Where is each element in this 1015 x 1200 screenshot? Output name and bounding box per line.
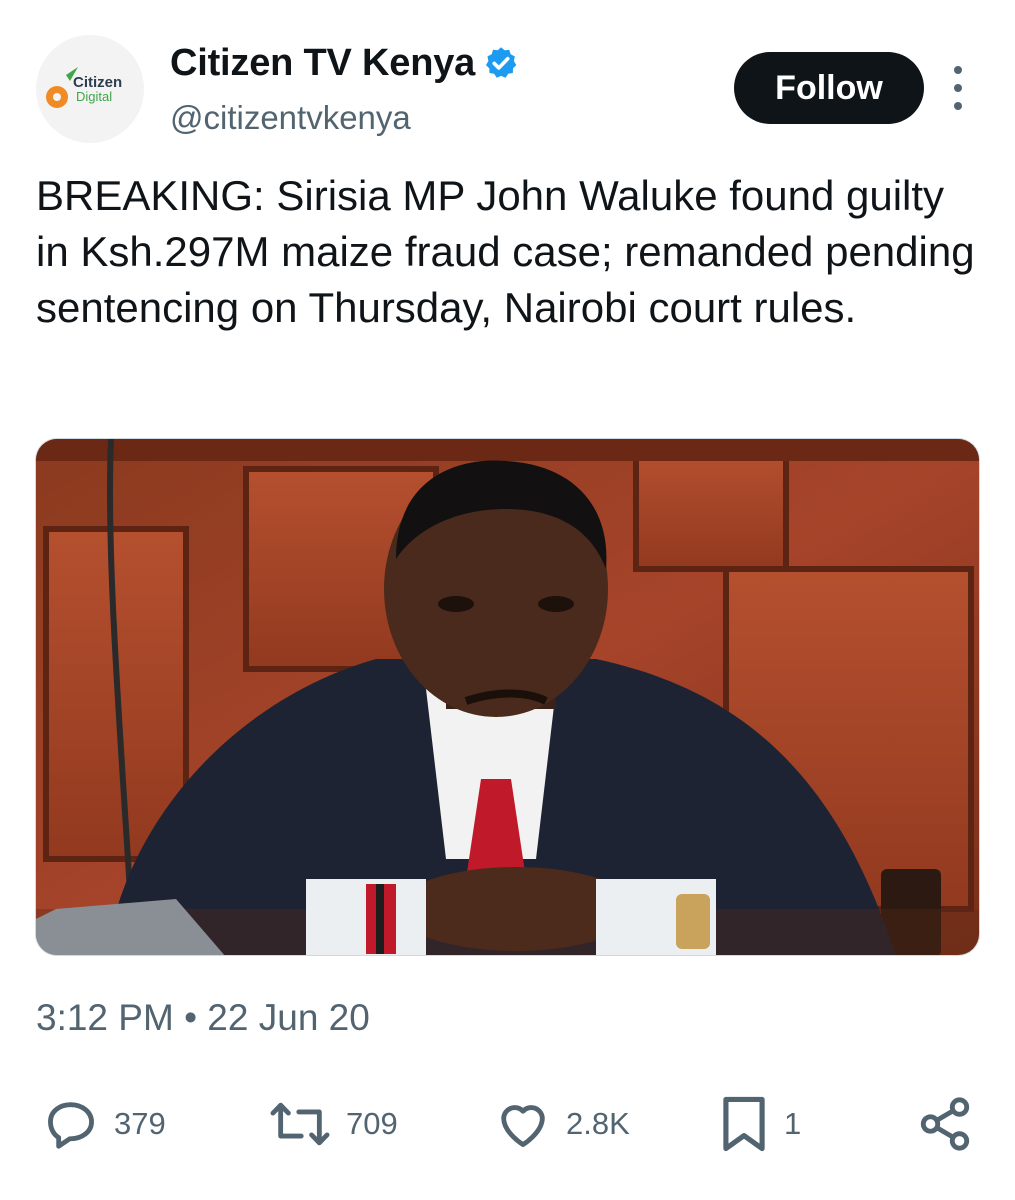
bookmark-count: 1 xyxy=(784,1106,802,1141)
tweet-action-bar: 379 709 2.8K 1 xyxy=(0,1092,1015,1156)
svg-text:Digital: Digital xyxy=(76,89,112,104)
retweet-button[interactable]: 709 xyxy=(268,1092,398,1156)
author-handle[interactable]: @citizentvkenya xyxy=(170,98,411,138)
author-name-row: Citizen TV Kenya xyxy=(170,40,519,86)
author-avatar[interactable]: Citizen Digital xyxy=(36,35,144,143)
reply-icon xyxy=(48,1102,94,1149)
reply-button[interactable]: 379 xyxy=(42,1092,166,1156)
bookmark-icon xyxy=(723,1096,765,1152)
retweet-count: 709 xyxy=(346,1106,398,1141)
bookmark-button[interactable]: 1 xyxy=(718,1092,801,1156)
share-icon xyxy=(920,1097,970,1151)
share-button[interactable] xyxy=(916,1092,974,1156)
more-options-icon[interactable] xyxy=(944,66,972,110)
author-display-name[interactable]: Citizen TV Kenya xyxy=(170,40,475,86)
tweet-text: BREAKING: Sirisia MP John Waluke found g… xyxy=(36,172,975,331)
reply-count: 379 xyxy=(114,1106,166,1141)
verified-badge-icon xyxy=(486,47,517,78)
heart-icon xyxy=(501,1105,545,1147)
citizen-digital-logo: Citizen Digital xyxy=(36,35,144,143)
tweet-timestamp[interactable]: 3:12 PM • 22 Jun 20 xyxy=(36,996,370,1040)
photo-courtroom-defendant xyxy=(36,439,979,955)
retweet-icon xyxy=(270,1102,330,1146)
follow-button[interactable]: Follow xyxy=(734,52,924,124)
like-count: 2.8K xyxy=(566,1106,630,1141)
tweet-photo[interactable] xyxy=(35,438,980,956)
like-button[interactable]: 2.8K xyxy=(494,1092,630,1156)
